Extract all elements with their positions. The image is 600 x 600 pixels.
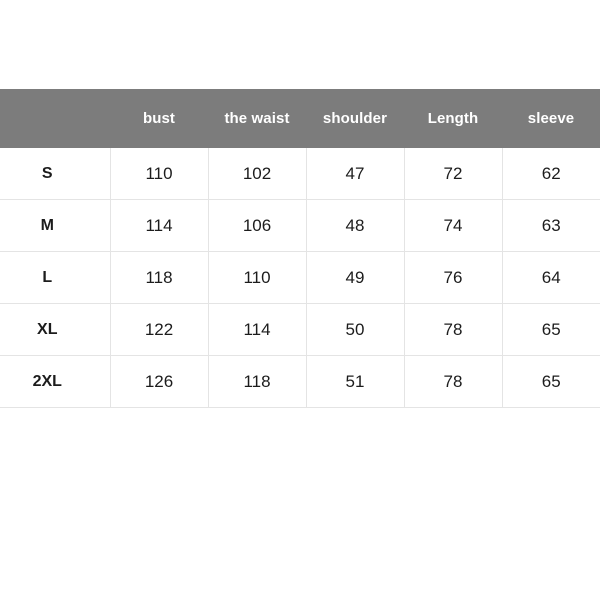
- cell-the-waist: 102: [208, 148, 307, 200]
- cell-size: M: [0, 199, 111, 252]
- column-header-the-waist: the waist: [208, 89, 306, 148]
- cell-shoulder: 47: [306, 148, 405, 200]
- table-row: 2XL 126 118 51 78 65: [0, 355, 600, 408]
- cell-length: 76: [404, 251, 503, 304]
- column-header-shoulder: shoulder: [306, 89, 404, 148]
- table-row: L 118 110 49 76 64: [0, 251, 600, 304]
- cell-the-waist: 114: [208, 303, 307, 356]
- table-row: S 110 102 47 72 62: [0, 148, 600, 200]
- cell-length: 78: [404, 355, 503, 408]
- cell-shoulder: 49: [306, 251, 405, 304]
- column-header-bust: bust: [110, 89, 208, 148]
- cell-bust: 114: [110, 199, 209, 252]
- header-row: bust the waist shoulder Length sleeve: [0, 89, 600, 148]
- cell-the-waist: 106: [208, 199, 307, 252]
- size-chart-page: bust the waist shoulder Length sleeve S …: [0, 0, 600, 600]
- cell-bust: 118: [110, 251, 209, 304]
- cell-shoulder: 48: [306, 199, 405, 252]
- column-header-size: [0, 89, 110, 148]
- cell-size: L: [0, 251, 111, 304]
- table-row: XL 122 114 50 78 65: [0, 303, 600, 356]
- size-chart-header: bust the waist shoulder Length sleeve: [0, 89, 600, 148]
- cell-size: S: [0, 148, 111, 200]
- size-chart-body: S 110 102 47 72 62 M 114 106 48 74 63 L …: [0, 148, 600, 408]
- cell-sleeve: 65: [502, 303, 600, 356]
- cell-length: 72: [404, 148, 503, 200]
- cell-sleeve: 65: [502, 355, 600, 408]
- cell-bust: 122: [110, 303, 209, 356]
- cell-the-waist: 110: [208, 251, 307, 304]
- table-row: M 114 106 48 74 63: [0, 199, 600, 252]
- cell-bust: 110: [110, 148, 209, 200]
- cell-size: XL: [0, 303, 111, 356]
- cell-shoulder: 51: [306, 355, 405, 408]
- cell-shoulder: 50: [306, 303, 405, 356]
- cell-the-waist: 118: [208, 355, 307, 408]
- column-header-length: Length: [404, 89, 502, 148]
- size-chart-table: bust the waist shoulder Length sleeve S …: [0, 89, 600, 408]
- cell-sleeve: 62: [502, 148, 600, 200]
- cell-sleeve: 64: [502, 251, 600, 304]
- column-header-sleeve: sleeve: [502, 89, 600, 148]
- cell-bust: 126: [110, 355, 209, 408]
- cell-sleeve: 63: [502, 199, 600, 252]
- cell-size: 2XL: [0, 355, 111, 408]
- cell-length: 78: [404, 303, 503, 356]
- cell-length: 74: [404, 199, 503, 252]
